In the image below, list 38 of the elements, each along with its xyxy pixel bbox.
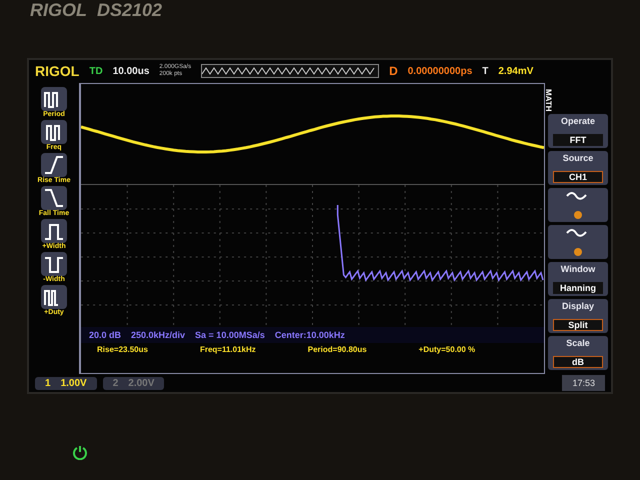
knob-menu-item[interactable] (548, 188, 608, 222)
trigger-label: T (482, 66, 488, 77)
delay-label: D (389, 64, 398, 78)
menu-item[interactable]: Source CH1 (548, 151, 608, 186)
knob-menu-item[interactable] (548, 225, 608, 260)
run-mode: TD (89, 66, 103, 77)
fft-parameter: 20.0 dB (89, 330, 122, 340)
measurement-value: Period=90.80us (308, 345, 367, 354)
measurement-value: +Duty=50.00 % (418, 345, 476, 354)
measurement-value: Freq=11.01kHz (200, 345, 256, 354)
clock: 17:53 (562, 375, 605, 392)
pulse-icon[interactable] (41, 252, 67, 276)
menu-item[interactable]: Operate FFT (548, 114, 608, 148)
menu-item[interactable]: Scale dB (548, 336, 608, 370)
measurement-value: Rise=23.50us (97, 345, 148, 354)
knob-icon (573, 210, 583, 220)
pulse-icon[interactable] (41, 152, 67, 177)
model-label: DS2102 (97, 0, 162, 21)
brand-logo: RIGOL (35, 63, 80, 80)
pulse-icon[interactable] (41, 284, 67, 309)
pulse-icon[interactable] (41, 218, 67, 243)
pulse-icon[interactable] (41, 186, 67, 210)
channel-indicator[interactable]: 1 1.00V (35, 376, 97, 390)
menu-item[interactable]: Display Split (548, 299, 608, 334)
trigger-level: 2.94mV (498, 66, 534, 77)
fft-parameter: Center:10.00kHz (274, 330, 345, 340)
fft-parameter: Sa = 10.00MSa/s (195, 330, 265, 340)
brand-logo: RIGOL (30, 0, 87, 21)
memory-waveform-icon (201, 64, 380, 78)
pulse-icon[interactable] (41, 120, 67, 144)
knob-icon (573, 247, 583, 258)
delay-value: 0.00000000ps (408, 66, 472, 77)
menu-item[interactable]: Window Hanning (548, 262, 608, 296)
timebase: 10.00us (112, 66, 150, 77)
pulse-icon[interactable] (41, 86, 67, 111)
power-icon[interactable] (72, 444, 88, 460)
menu-title: MATH (544, 88, 553, 112)
fft-parameter: 250.0kHz/div (131, 330, 186, 340)
